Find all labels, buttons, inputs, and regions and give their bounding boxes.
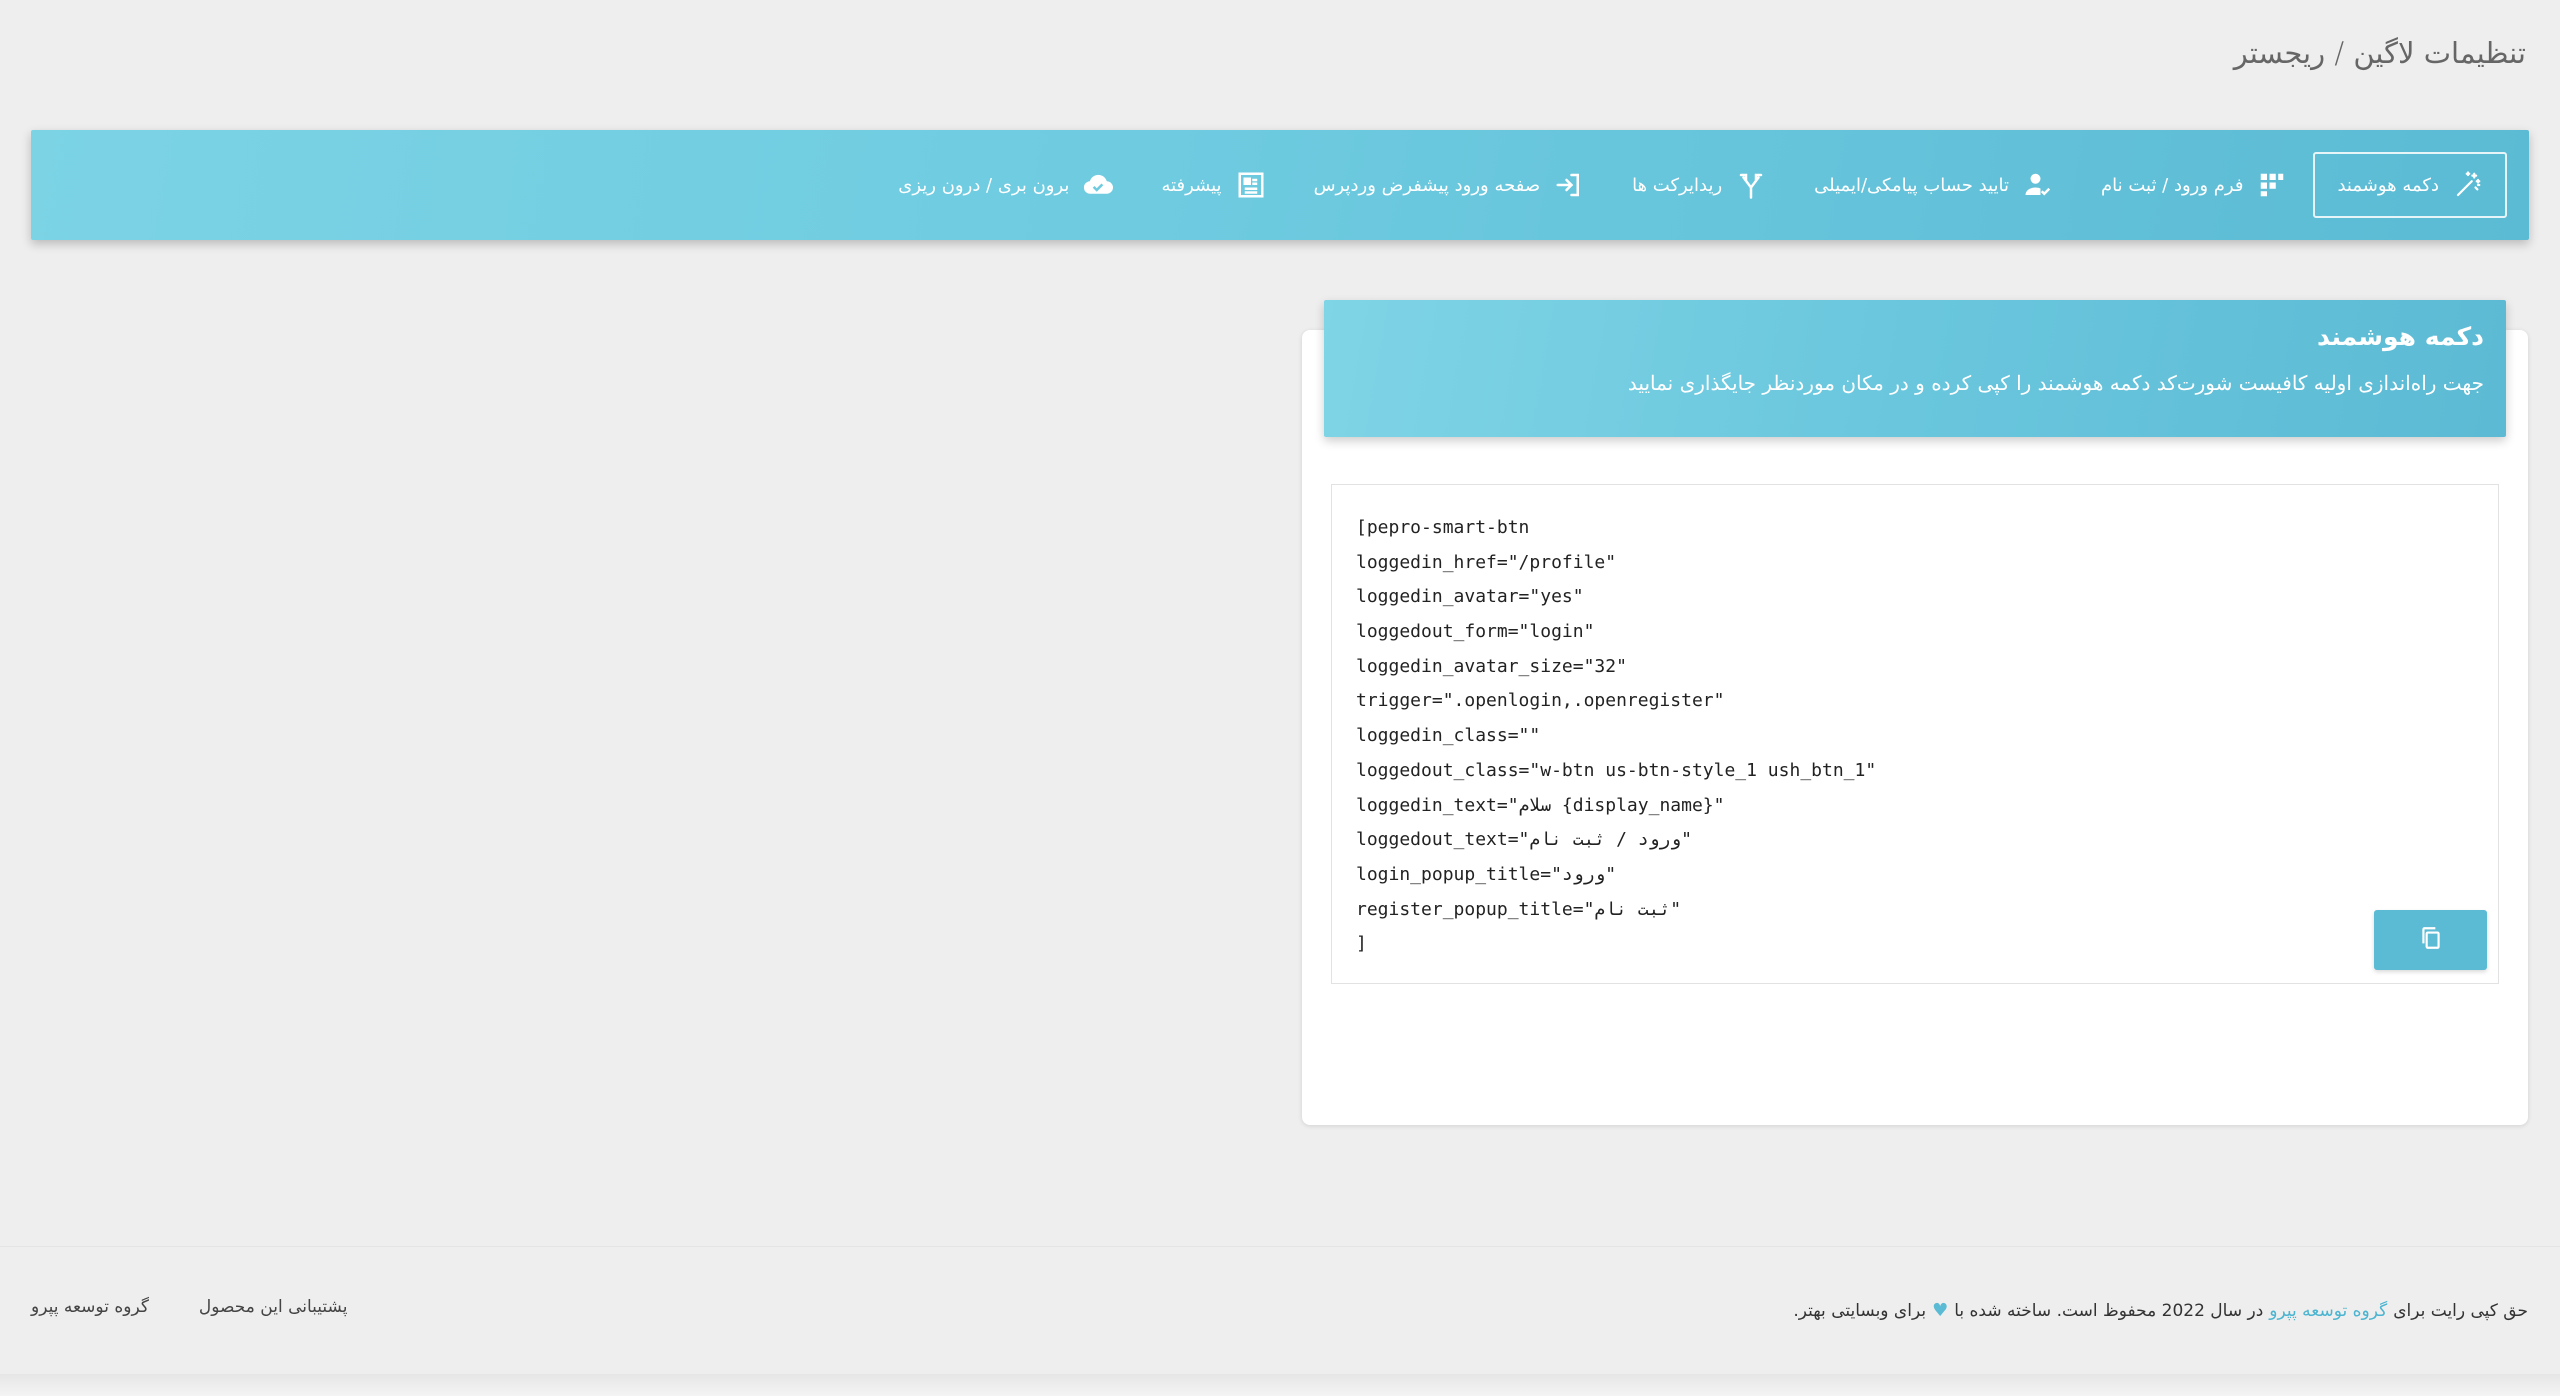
footer-link-support[interactable]: پشتیبانی این محصول [199,1297,348,1317]
advanced-icon [1236,170,1266,200]
redirect-icon [1736,170,1766,200]
copyright-link[interactable]: گروه توسعه پپرو [2269,1301,2387,1321]
footer-links: گروه توسعه پپرو پشتیبانی این محصول [31,1297,347,1317]
code-line: ] [1356,933,1367,955]
tab-label: فرم ورود / ثبت نام [2100,174,2244,196]
card-title: دکمه هوشمند [2317,322,2484,351]
code-line: loggedin_class="" [1356,725,1541,747]
code-line: loggedout_form="login" [1356,621,1595,643]
tab-label: دکمه هوشمند [2337,174,2439,196]
footer-divider [0,1246,2560,1247]
code-line: loggedout_text="ورود / ثبت نام" [1356,829,1692,851]
code-line: loggedin_href="/profile" [1356,551,1617,573]
tab-label: پیشرفته [1161,174,1222,196]
code-line: loggedin_avatar_size="32" [1356,655,1627,677]
copy-icon [2418,925,2444,955]
shortcode-box[interactable]: [pepro-smart-btn loggedin_href="/profile… [1331,484,2499,984]
user-check-icon [2023,170,2053,200]
page-title: تنظیمات لاگین / ریجستر [2233,36,2526,70]
card-description: جهت راه‌اندازی اولیه کافیست شورت‌کد دکمه… [1627,371,2484,395]
copyright-middle: در سال 2022 محفوظ است. ساخته شده با [1954,1300,2264,1321]
copyright-prefix: حق کپی رایت برای [2393,1300,2528,1321]
bottom-bar [0,1374,2560,1396]
tab-import-export[interactable]: برون بری / درون ریزی [876,152,1135,218]
copyright-suffix: برای وبسایتی بهتر. [1793,1300,1927,1321]
tab-advanced[interactable]: پیشرفته [1139,152,1287,218]
tab-label: برون بری / درون ریزی [898,174,1070,196]
tab-redirects[interactable]: ریدایرکت ها [1610,152,1788,218]
tab-login-register-form[interactable]: فرم ورود / ثبت نام [2079,152,2309,218]
code-line: [pepro-smart-btn [1356,517,1530,538]
heart-icon: ♥ [1932,1300,1949,1321]
settings-tab-bar: دکمه هوشمند فرم ورود / ثبت نام تایید حسا… [31,130,2529,240]
copy-button[interactable] [2374,910,2487,970]
code-line: loggedin_avatar="yes" [1356,586,1584,608]
card-header: دکمه هوشمند جهت راه‌اندازی اولیه کافیست … [1324,300,2506,437]
magic-wand-icon [2453,170,2483,200]
footer-link-pepro-group[interactable]: گروه توسعه پپرو [31,1297,149,1317]
code-line: login_popup_title="ورود" [1356,863,1617,885]
code-line: loggedin_text="سلام {display_name}" [1356,794,1725,816]
cloud-check-icon [1083,170,1114,200]
grid-icon [2257,170,2287,200]
tab-label: تایید حساب پیامکی/ایمیلی [1814,174,2009,196]
tab-account-verification[interactable]: تایید حساب پیامکی/ایمیلی [1792,152,2075,218]
tab-label: ریدایرکت ها [1632,174,1723,196]
code-line: register_popup_title="ثبت نام" [1356,898,1682,920]
tab-label: صفحه ورود پیشفرض وردپرس [1313,174,1541,196]
code-line: loggedout_class="w-btn us-btn-style_1 us… [1356,759,1877,781]
code-line: trigger=".openlogin,.openregister" [1356,690,1725,712]
login-icon [1554,170,1584,200]
footer-copyright: حق کپی رایت برای گروه توسعه پپرو در سال … [1793,1300,2528,1321]
tab-wordpress-login-page[interactable]: صفحه ورود پیشفرض وردپرس [1292,152,1607,218]
tab-smart-button[interactable]: دکمه هوشمند [2313,152,2507,218]
